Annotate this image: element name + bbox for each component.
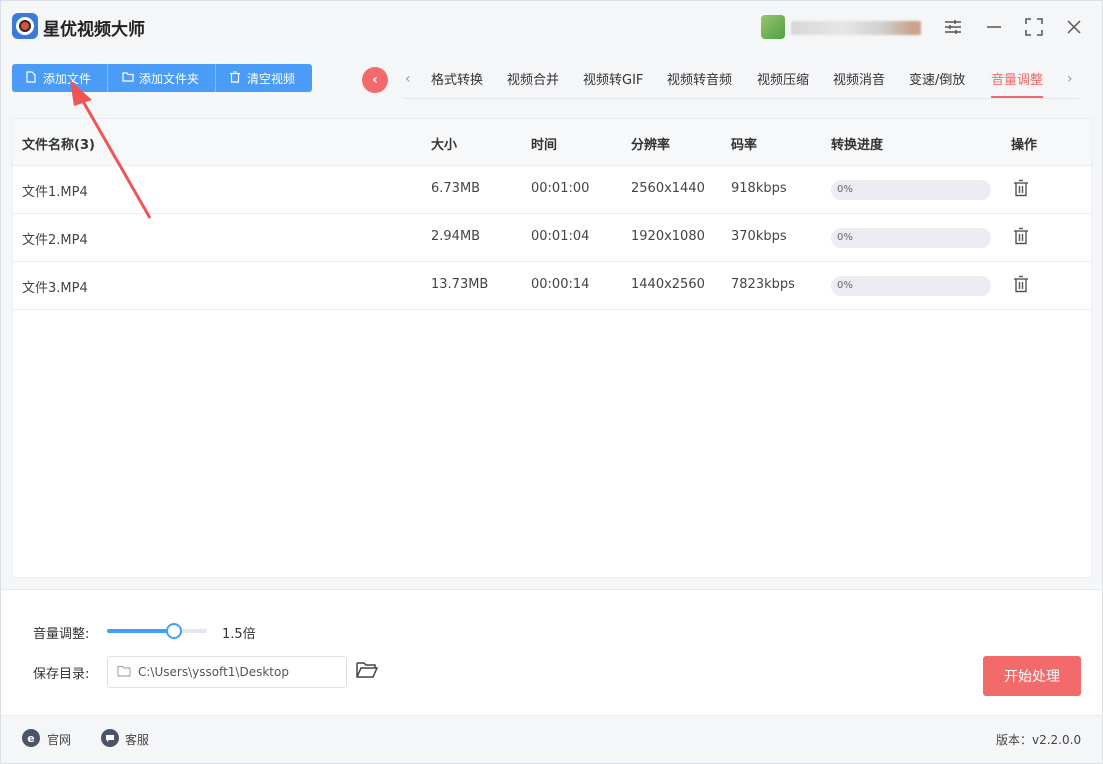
save-dir-path: C:\Users\yssoft1\Desktop: [138, 665, 289, 679]
volume-slider-fill: [107, 629, 174, 633]
browse-folder-icon[interactable]: [356, 661, 379, 681]
row-bitrate: 370kbps: [731, 229, 787, 244]
row-progress-bar: 0%: [831, 180, 991, 200]
row-file-name: 文件1.MP4: [22, 185, 88, 200]
save-dir-label: 保存目录:: [33, 667, 90, 682]
tabs-scroll-right-icon[interactable]: ›: [1067, 71, 1073, 87]
website-e-icon[interactable]: e: [22, 729, 40, 747]
row-bitrate: 7823kbps: [731, 277, 795, 292]
volume-slider-thumb[interactable]: [166, 623, 182, 639]
file-table: 文件名称(3) 大小 时间 分辨率 码率 转换进度 操作 文件1.MP4 6.7…: [12, 118, 1092, 578]
app-window: 星优视频大师 添加文件 添加文件夹 清空视频 ‹ ‹ 格式转换 视频合并 视频转…: [0, 0, 1103, 764]
tab-volume-adjust[interactable]: 音量调整: [991, 69, 1044, 98]
app-title: 星优视频大师: [43, 20, 145, 40]
minimize-icon[interactable]: [980, 13, 1008, 41]
folder-icon: [122, 71, 134, 85]
settings-panel: [1, 589, 1102, 715]
table-header: 文件名称(3) 大小 时间 分辨率 码率 转换进度 操作: [13, 119, 1091, 166]
website-link[interactable]: 官网: [47, 731, 71, 748]
volume-slider[interactable]: [107, 623, 207, 639]
table-row[interactable]: 文件3.MP4 13.73MB 00:00:14 1440x2560 7823k…: [13, 262, 1091, 310]
user-avatar[interactable]: [761, 15, 785, 39]
collapse-back-button[interactable]: ‹: [362, 67, 388, 93]
maximize-icon[interactable]: [1020, 13, 1048, 41]
table-row[interactable]: 文件2.MP4 2.94MB 00:01:04 1920x1080 370kbp…: [13, 214, 1091, 262]
tab-video-merge[interactable]: 视频合并: [507, 69, 559, 97]
header-resolution: 分辨率: [631, 138, 671, 153]
header-bitrate: 码率: [731, 138, 758, 153]
app-logo-icon: [12, 13, 38, 39]
delete-row-trash-icon[interactable]: [1013, 275, 1029, 293]
header-time: 时间: [531, 138, 558, 153]
row-bitrate: 918kbps: [731, 181, 787, 196]
clear-videos-label: 清空视频: [247, 71, 296, 86]
trash-icon: [230, 70, 242, 86]
header-action: 操作: [1011, 138, 1038, 153]
header-progress: 转换进度: [831, 138, 884, 153]
close-icon[interactable]: [1060, 13, 1088, 41]
file-icon: [26, 70, 38, 86]
folder-outline-icon: [117, 665, 131, 679]
add-folder-button[interactable]: 添加文件夹: [108, 64, 216, 92]
add-folder-label: 添加文件夹: [139, 71, 200, 86]
row-size: 6.73MB: [431, 181, 481, 196]
row-resolution: 1440x2560: [631, 277, 705, 292]
row-time: 00:00:14: [531, 277, 590, 292]
tab-video-to-gif[interactable]: 视频转GIF: [583, 69, 643, 97]
save-dir-input[interactable]: C:\Users\yssoft1\Desktop: [107, 656, 347, 688]
tab-speed-reverse[interactable]: 变速/倒放: [909, 69, 965, 97]
support-chat-icon[interactable]: [101, 729, 119, 747]
row-file-name: 文件3.MP4: [22, 281, 88, 296]
tab-video-mute[interactable]: 视频消音: [833, 69, 885, 97]
file-button-group: 添加文件 添加文件夹 清空视频: [12, 64, 312, 92]
row-size: 2.94MB: [431, 229, 481, 244]
row-file-name: 文件2.MP4: [22, 233, 88, 248]
row-progress-bar: 0%: [831, 228, 991, 248]
volume-value: 1.5倍: [222, 627, 256, 642]
header-size: 大小: [431, 138, 458, 153]
volume-label: 音量调整:: [33, 627, 90, 642]
row-progress-bar: 0%: [831, 276, 991, 296]
row-resolution: 2560x1440: [631, 181, 705, 196]
settings-sliders-icon[interactable]: [939, 13, 967, 41]
row-resolution: 1920x1080: [631, 229, 705, 244]
delete-row-trash-icon[interactable]: [1013, 179, 1029, 197]
function-tabs: ‹ 格式转换 视频合并 视频转GIF 视频转音频 视频压缩 视频消音 变速/倒放…: [403, 63, 1079, 99]
status-bar: e 官网 客服 版本：v2.2.0.0: [1, 715, 1102, 763]
row-size: 13.73MB: [431, 277, 489, 292]
tabs-scroll-left-icon[interactable]: ‹: [405, 71, 411, 87]
tab-video-to-audio[interactable]: 视频转音频: [667, 69, 732, 97]
username-blurred[interactable]: [791, 21, 921, 35]
row-time: 00:01:04: [531, 229, 590, 244]
row-time: 00:01:00: [531, 181, 590, 196]
delete-row-trash-icon[interactable]: [1013, 227, 1029, 245]
support-link[interactable]: 客服: [125, 731, 149, 748]
tab-video-compress[interactable]: 视频压缩: [757, 69, 809, 97]
start-processing-button[interactable]: 开始处理: [983, 656, 1081, 696]
title-bar: 星优视频大师: [1, 1, 1102, 53]
table-row[interactable]: 文件1.MP4 6.73MB 00:01:00 2560x1440 918kbp…: [13, 166, 1091, 214]
add-file-label: 添加文件: [43, 71, 92, 86]
clear-videos-button[interactable]: 清空视频: [216, 64, 312, 92]
add-file-button[interactable]: 添加文件: [12, 64, 108, 92]
header-file-name: 文件名称(3): [22, 138, 95, 153]
version-text: 版本：v2.2.0.0: [996, 733, 1082, 747]
tab-format-convert[interactable]: 格式转换: [431, 69, 483, 97]
